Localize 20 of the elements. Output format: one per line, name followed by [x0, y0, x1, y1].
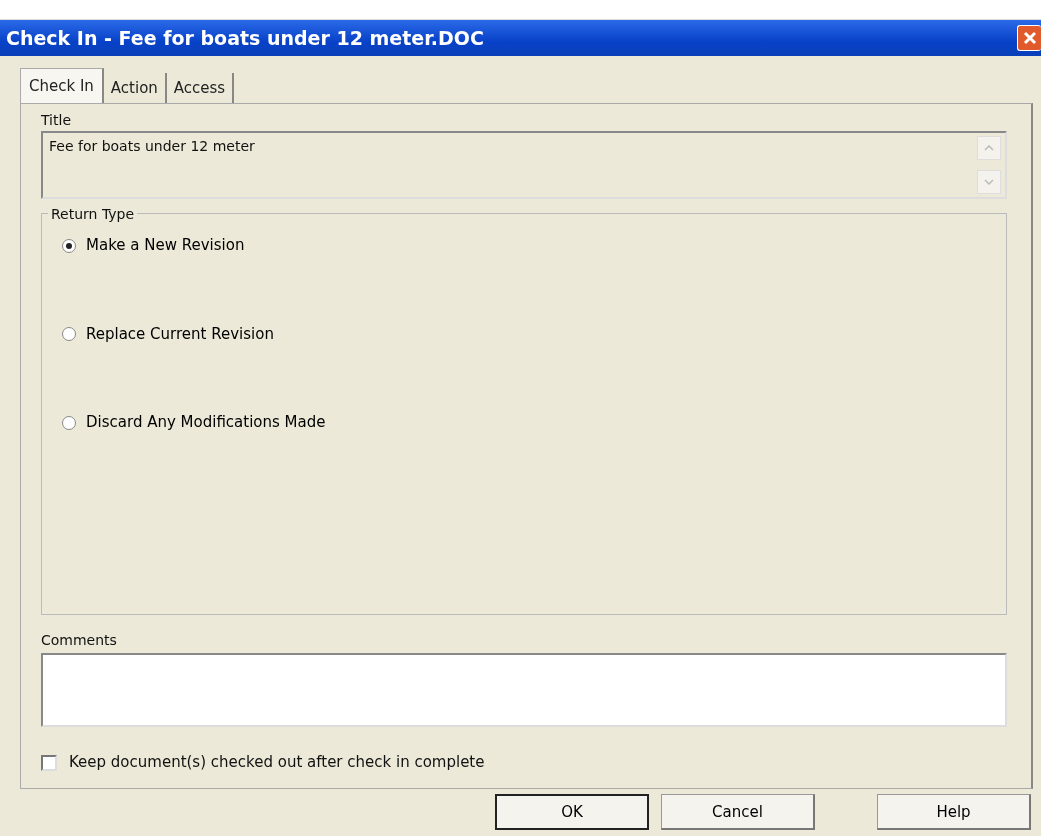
checkbox[interactable] [41, 754, 57, 771]
tab[interactable]: Access [166, 72, 235, 104]
radio-option[interactable]: Make a New Revision [62, 234, 245, 257]
radio-button[interactable] [62, 327, 76, 342]
dialog-button[interactable]: Cancel [661, 794, 815, 831]
dialog-button[interactable]: OK [495, 794, 649, 831]
tab[interactable]: Check In [20, 67, 104, 104]
radio-option[interactable]: Replace Current Revision [62, 322, 274, 346]
checkbox-label[interactable]: Keep document(s) checked out after check in complete [69, 751, 485, 774]
radio-button[interactable] [62, 238, 76, 253]
comments-field[interactable] [41, 653, 1007, 728]
radio-option[interactable]: Discard Any Modifications Made [62, 411, 326, 434]
tab[interactable]: Action [103, 72, 167, 104]
dialog-button[interactable]: Help [877, 794, 1031, 831]
radio-button[interactable] [62, 415, 76, 430]
close-button[interactable] [1017, 24, 1041, 51]
window-title: Check In - Fee for boats under 12 meter.DOC [6, 25, 484, 51]
close-icon [1021, 29, 1038, 46]
field-label: Title [41, 111, 72, 131]
field-label: Comments [41, 631, 118, 651]
